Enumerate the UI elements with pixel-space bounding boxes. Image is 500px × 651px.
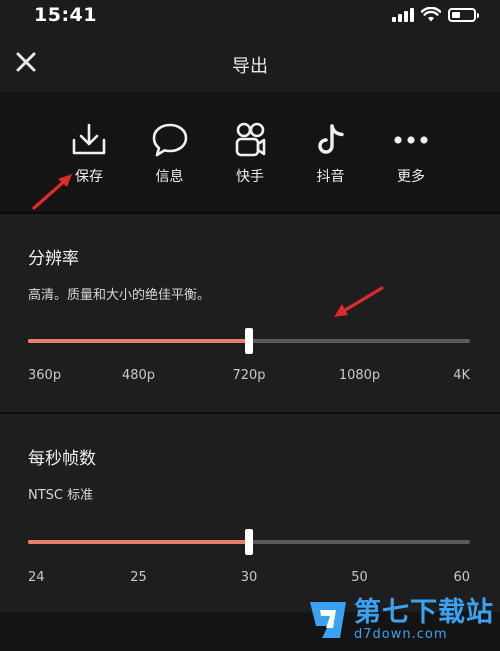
share-kuaishou-button[interactable]: 快手 bbox=[210, 92, 290, 212]
resolution-tick[interactable]: 720p bbox=[232, 368, 265, 383]
share-more-button[interactable]: 更多 bbox=[371, 92, 451, 212]
share-save-button[interactable]: 保存 bbox=[49, 92, 129, 212]
frame-rate-title: 每秒帧数 bbox=[28, 449, 96, 469]
status-time: 15:41 bbox=[34, 4, 97, 26]
kuaishou-icon bbox=[235, 122, 266, 157]
wifi-icon bbox=[421, 7, 441, 22]
resolution-description: 高清。质量和大小的绝佳平衡。 bbox=[28, 288, 211, 303]
share-save-label: 保存 bbox=[75, 169, 103, 185]
frame-rate-track-fill bbox=[28, 540, 249, 544]
resolution-tick[interactable]: 360p bbox=[28, 368, 61, 383]
resolution-slider[interactable] bbox=[28, 326, 470, 356]
resolution-tick[interactable]: 4K bbox=[453, 368, 470, 383]
chat-bubble-icon bbox=[152, 123, 187, 157]
frame-rate-ticks: 24 25 30 50 60 bbox=[28, 570, 470, 590]
frame-rate-tick[interactable]: 24 bbox=[28, 570, 45, 585]
frame-rate-tick[interactable]: 30 bbox=[241, 570, 258, 585]
share-targets: 保存 信息 快手 抖音 更多 bbox=[0, 92, 500, 212]
frame-rate-tick[interactable]: 50 bbox=[351, 570, 368, 585]
resolution-ticks: 360p 480p 720p 1080p 4K bbox=[28, 368, 470, 388]
resolution-title: 分辨率 bbox=[28, 249, 79, 269]
share-message-label: 信息 bbox=[155, 169, 184, 185]
watermark-name: 第七下载站 bbox=[354, 597, 494, 628]
frame-rate-tick[interactable]: 25 bbox=[130, 570, 147, 585]
resolution-tick[interactable]: 480p bbox=[122, 368, 155, 383]
frame-rate-tick[interactable]: 60 bbox=[453, 570, 470, 585]
resolution-slider-thumb[interactable] bbox=[245, 328, 253, 354]
share-kuaishou-label: 快手 bbox=[236, 169, 264, 185]
frame-rate-section: 每秒帧数 NTSC 标准 24 25 30 50 60 bbox=[0, 414, 500, 612]
resolution-section: 分辨率 高清。质量和大小的绝佳平衡。 360p 480p 720p 1080p … bbox=[0, 214, 500, 412]
status-bar: 15:41 bbox=[0, 0, 500, 32]
download-icon bbox=[72, 123, 106, 155]
frame-rate-slider-thumb[interactable] bbox=[245, 529, 253, 555]
more-dots-icon bbox=[394, 136, 428, 144]
frame-rate-slider[interactable] bbox=[28, 527, 470, 557]
watermark-url: d7down.com bbox=[354, 627, 448, 642]
resolution-track-fill bbox=[28, 339, 249, 343]
battery-icon bbox=[448, 7, 479, 22]
watermark: 第七下载站 d7down.com bbox=[306, 598, 494, 642]
cellular-signal-icon bbox=[392, 7, 414, 22]
page-title: 导出 bbox=[232, 56, 268, 77]
watermark-logo-icon bbox=[310, 602, 346, 638]
share-douyin-label: 抖音 bbox=[316, 169, 345, 185]
header: 导出 bbox=[0, 32, 500, 92]
share-more-label: 更多 bbox=[397, 169, 425, 185]
status-icons bbox=[392, 7, 479, 22]
frame-rate-description: NTSC 标准 bbox=[28, 488, 94, 503]
douyin-icon bbox=[317, 124, 344, 154]
share-message-button[interactable]: 信息 bbox=[130, 92, 210, 212]
resolution-tick[interactable]: 1080p bbox=[339, 368, 380, 383]
share-douyin-button[interactable]: 抖音 bbox=[291, 92, 371, 212]
